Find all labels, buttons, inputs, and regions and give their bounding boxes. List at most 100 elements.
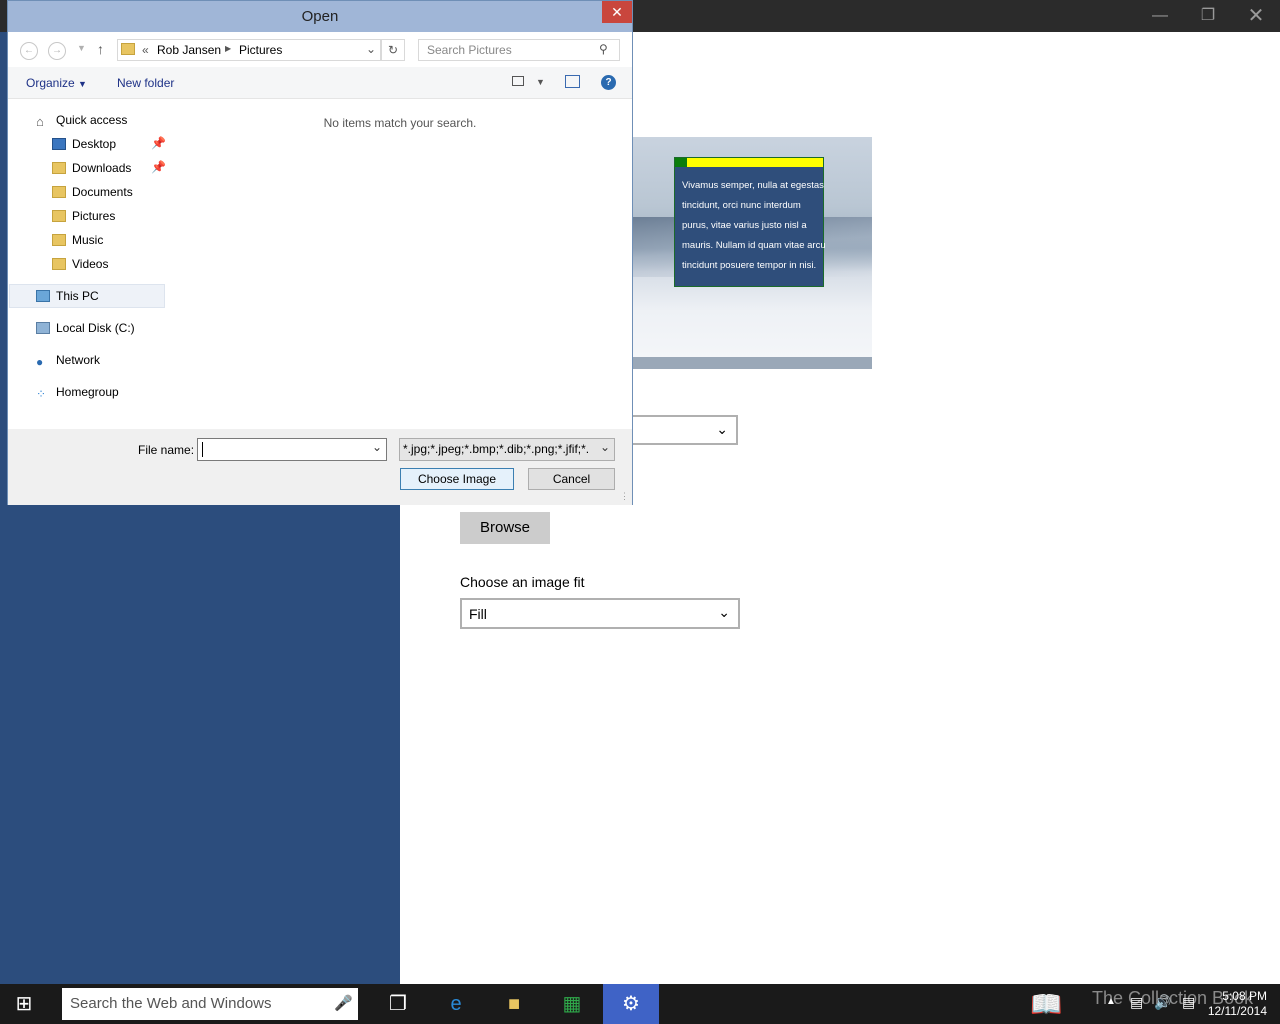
drive-icon [36, 322, 50, 334]
nav-label: Downloads [72, 161, 132, 175]
restore-icon[interactable]: ❐ [1184, 0, 1232, 32]
organize-label: Organize [26, 76, 75, 90]
internet-explorer-icon[interactable]: e [432, 984, 480, 1024]
store-icon[interactable]: ▦ [548, 984, 596, 1024]
nav-item-homegroup[interactable]: ⁘ Homegroup [36, 382, 119, 402]
settings-icon[interactable]: ⚙ [603, 984, 659, 1024]
file-explorer-icon[interactable]: ■ [490, 984, 538, 1024]
caret-down-icon[interactable]: ▼ [536, 77, 545, 87]
forward-arrow-icon[interactable]: → [48, 42, 66, 60]
pin-icon[interactable]: 📌 [151, 160, 166, 174]
back-arrow-icon[interactable]: ← [20, 42, 38, 60]
up-arrow-icon[interactable]: ↑ [97, 41, 104, 57]
browse-button[interactable]: Browse [460, 512, 550, 544]
address-bar[interactable]: « Rob Jansen ▶ Pictures ⌄ [117, 39, 381, 61]
close-icon[interactable]: ✕ [1232, 0, 1280, 32]
nav-item-videos[interactable]: Videos [52, 254, 108, 274]
notification-icon[interactable]: ▤ [1182, 994, 1195, 1011]
desktop-icon [52, 138, 66, 150]
nav-label: Desktop [72, 137, 117, 151]
text-cursor [202, 442, 203, 457]
clock[interactable]: 5:08 PM 12/11/2014 [1207, 989, 1267, 1019]
search-input[interactable]: Search Pictures ⚲ [418, 39, 620, 61]
network-icon: ● [36, 355, 44, 369]
chevron-down-icon: ⌄ [600, 440, 611, 454]
help-icon[interactable]: ? [601, 75, 616, 90]
search-placeholder: Search Pictures [427, 43, 512, 57]
volume-icon[interactable]: 🔊 [1154, 994, 1171, 1011]
pictures-icon [52, 210, 66, 222]
breadcrumb-item[interactable]: Rob Jansen [157, 43, 221, 57]
minimize-icon[interactable]: — [1136, 0, 1184, 32]
task-view-icon[interactable]: ❐ [374, 984, 422, 1024]
nav-label: Music [72, 233, 104, 247]
file-type-value: *.jpg;*.jpeg;*.bmp;*.dib;*.png;*.jfif;*. [403, 442, 590, 456]
documents-icon [52, 186, 66, 198]
microphone-icon[interactable]: 🎤 [334, 988, 353, 1020]
preview-pane-icon[interactable] [565, 75, 580, 88]
preview-tile-strip [675, 158, 823, 167]
pin-icon[interactable]: 📌 [151, 136, 166, 150]
fit-select[interactable]: Fill ⌄ [460, 598, 740, 629]
search-icon: ⚲ [599, 42, 608, 56]
clock-time: 5:08 PM [1222, 989, 1267, 1003]
file-type-select[interactable]: *.jpg;*.jpeg;*.bmp;*.dib;*.png;*.jfif;*.… [399, 438, 615, 461]
chevron-right-icon: ▶ [225, 44, 232, 53]
nav-row: ← → ▼ ↑ « Rob Jansen ▶ Pictures ⌄ ↻ Sear… [8, 32, 632, 67]
folder-icon [121, 43, 135, 55]
nav-item-documents[interactable]: Documents [52, 182, 133, 202]
chevron-down-icon[interactable]: ⌄ [366, 42, 376, 56]
breadcrumb-item[interactable]: Pictures [239, 43, 282, 57]
view-icon[interactable] [512, 76, 524, 86]
network-icon[interactable]: ▤ [1130, 994, 1143, 1011]
file-list-pane[interactable]: No items match your search. [168, 99, 632, 429]
nav-label: Documents [72, 185, 133, 199]
nav-item-desktop[interactable]: Desktop [52, 134, 116, 154]
nav-item-network[interactable]: ● Network [36, 350, 100, 370]
nav-label: Local Disk (C:) [56, 321, 135, 335]
videos-icon [52, 258, 66, 270]
breadcrumb-overflow[interactable]: « [142, 43, 149, 57]
choose-image-button[interactable]: Choose Image [400, 468, 514, 490]
file-name-input[interactable]: ⌄ [197, 438, 387, 461]
nav-label: This PC [56, 289, 99, 303]
cancel-button[interactable]: Cancel [528, 468, 615, 490]
close-icon[interactable]: ✕ [602, 1, 632, 23]
dialog-titlebar[interactable]: Open ✕ [8, 1, 632, 32]
preview-tile-accent [675, 158, 687, 167]
resize-grip-icon[interactable]: ⋮ [620, 491, 629, 502]
nav-item-pictures[interactable]: Pictures [52, 206, 115, 226]
dialog-toolbar: Organize ▼ New folder ▼ ? [8, 67, 632, 99]
tray-expand-icon[interactable]: ▲ [1106, 996, 1116, 1007]
nav-item-quick-access[interactable]: ⌂ Quick access [36, 110, 127, 130]
nav-label: Quick access [56, 113, 128, 127]
taskbar-search-input[interactable]: Search the Web and Windows 🎤 [62, 988, 358, 1020]
preview-taskbar [632, 357, 872, 369]
nav-item-this-pc[interactable]: This PC [36, 286, 99, 306]
navigation-pane: ⌂ Quick access Desktop 📌 Downloads 📌 Docu… [8, 99, 169, 429]
taskbar-search-placeholder: Search the Web and Windows [70, 995, 272, 1012]
nav-label: Videos [72, 257, 109, 271]
home-icon: ⌂ [36, 114, 44, 129]
nav-item-downloads[interactable]: Downloads [52, 158, 131, 178]
empty-message: No items match your search. [323, 116, 477, 130]
nav-item-music[interactable]: Music [52, 230, 103, 250]
chevron-down-icon: ⌄ [718, 604, 730, 620]
computer-icon [36, 290, 50, 302]
nav-label: Pictures [72, 209, 116, 223]
start-icon[interactable]: ⊞ [0, 984, 48, 1024]
fit-label: Choose an image fit [460, 574, 585, 590]
open-dialog: Open ✕ ← → ▼ ↑ « Rob Jansen ▶ Pictures ⌄… [7, 0, 633, 505]
chevron-down-icon[interactable]: ⌄ [372, 440, 382, 454]
nav-label: Homegroup [56, 385, 119, 399]
clock-date: 12/11/2014 [1207, 1004, 1267, 1018]
nav-item-local-disk[interactable]: Local Disk (C:) [36, 318, 135, 338]
new-folder-button[interactable]: New folder [117, 76, 174, 90]
refresh-icon[interactable]: ↻ [381, 39, 405, 61]
fit-select-value: Fill [469, 606, 487, 622]
organize-button[interactable]: Organize ▼ [26, 76, 87, 90]
recent-dropdown-icon[interactable]: ▼ [77, 43, 86, 53]
homegroup-icon: ⁘ [36, 387, 47, 401]
file-name-label: File name: [138, 443, 195, 457]
preview-tile-text: Vivamus semper, nulla at egestas tincidu… [682, 180, 826, 271]
